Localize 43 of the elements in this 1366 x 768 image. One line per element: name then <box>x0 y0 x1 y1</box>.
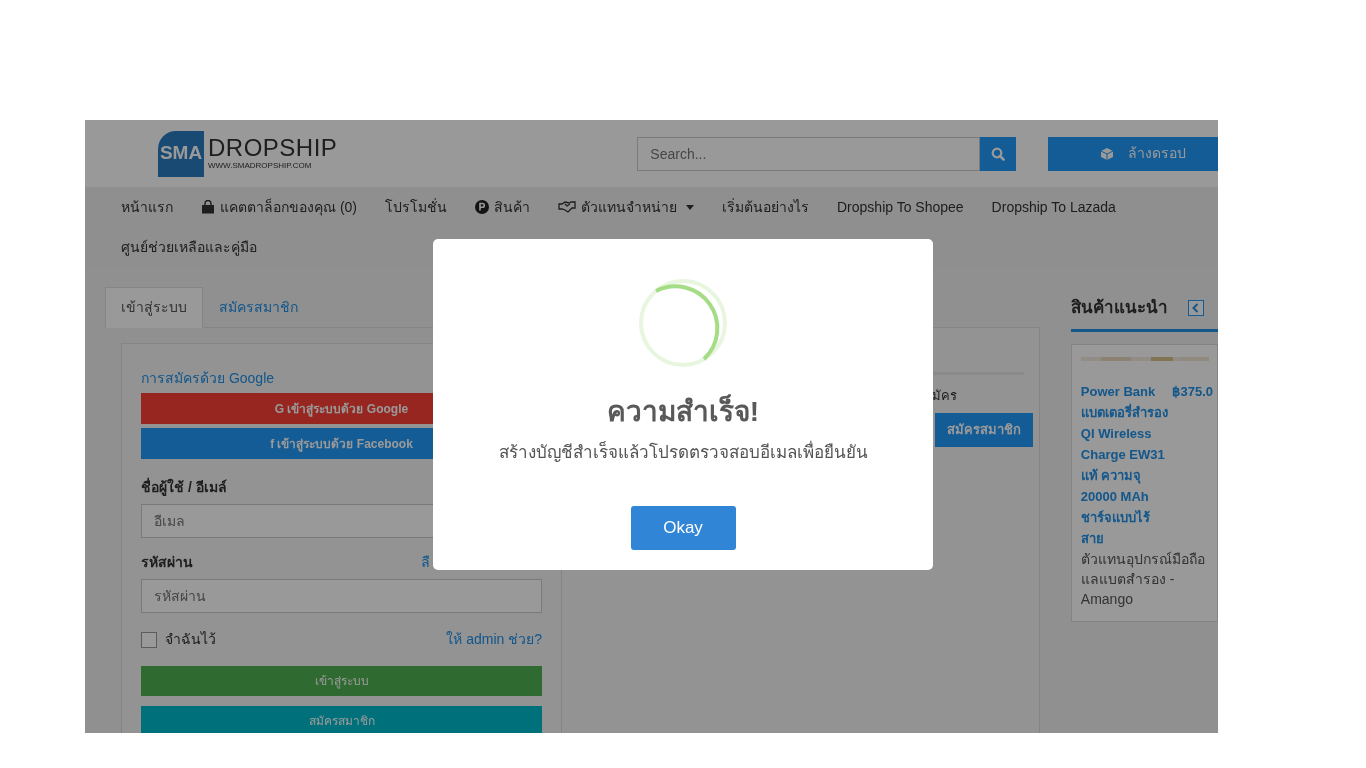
nav-link[interactable]: สินค้า <box>461 187 544 227</box>
nav-link[interactable]: เริ่มต้นอย่างไร <box>708 187 823 227</box>
chevron-left-icon <box>1192 302 1200 313</box>
register-note: มัคร <box>932 387 957 405</box>
password-label: รหัสผ่าน <box>141 553 193 572</box>
previous-button[interactable] <box>1187 299 1204 316</box>
handshake-icon <box>558 201 576 213</box>
remember-label: จำฉันไว้ <box>165 630 216 649</box>
nav-link[interactable]: โปรโมชั่น <box>371 187 461 227</box>
tab[interactable]: เข้าสู่ระบบ <box>105 287 203 328</box>
box-icon <box>1099 146 1114 161</box>
nav-link[interactable]: Dropship To Shopee <box>823 187 978 227</box>
cart-button[interactable]: ล้างดรอป <box>1047 136 1218 171</box>
logo-mark: SMA <box>158 130 204 177</box>
admin-help-link[interactable]: ให้ admin ช่วย? <box>446 629 542 650</box>
tab[interactable]: สมัครสมาชิก <box>203 287 314 328</box>
register-button[interactable]: สมัครสมาชิก <box>141 706 542 733</box>
google-signup-link[interactable]: การสมัครด้วย Google <box>141 370 275 386</box>
section-title: สินค้าแนะนำ <box>1070 297 1168 319</box>
points-icon <box>475 200 489 214</box>
nav-link[interactable]: แคตตาล็อกของคุณ (0) <box>187 187 371 227</box>
product-name[interactable]: Power Bank แบตเตอรี่สำรอง QI Wireless Charge EW31 แท้ ความจุ 20000 MAh ชาร์จแบบไร้สาย <box>1080 380 1169 549</box>
logo-name: DROPSHIP <box>208 135 338 160</box>
nav-link[interactable]: ศูนย์ช่วยเหลือและคู่มือ <box>107 227 271 267</box>
forgot-password-link[interactable]: ลื <box>421 552 430 573</box>
product-price: ฿375.0 <box>1172 382 1213 401</box>
bag-icon <box>201 200 215 214</box>
search-icon <box>990 146 1005 161</box>
search-field[interactable]: Search... <box>637 136 980 171</box>
nav-link[interactable]: หน้าแรก <box>107 187 187 227</box>
username-label: ชื่อผู้ใช้ / อีเมล์ <box>141 477 228 498</box>
login-button[interactable]: เข้าสู่ระบบ <box>141 666 542 696</box>
password-field[interactable]: รหัสผ่าน <box>141 579 542 613</box>
nav-link[interactable]: Dropship To Lazada <box>977 187 1130 227</box>
remember-checkbox[interactable] <box>141 631 157 648</box>
product-category: ตัวแทนอุปกรณ์มือถือแลแบตสำรอง - Amango <box>1080 549 1206 609</box>
nav-link[interactable]: ตัวแทนจำหน่าย <box>544 187 708 227</box>
okay-button[interactable]: Okay <box>630 505 736 550</box>
register-button[interactable]: สมัครสมาชิก <box>935 413 1033 447</box>
logo-url: WWW.SMADROPSHIP.COM <box>208 159 313 172</box>
search-button[interactable] <box>979 136 1016 171</box>
success-ring-icon <box>638 278 728 368</box>
caret-icon <box>686 204 694 210</box>
